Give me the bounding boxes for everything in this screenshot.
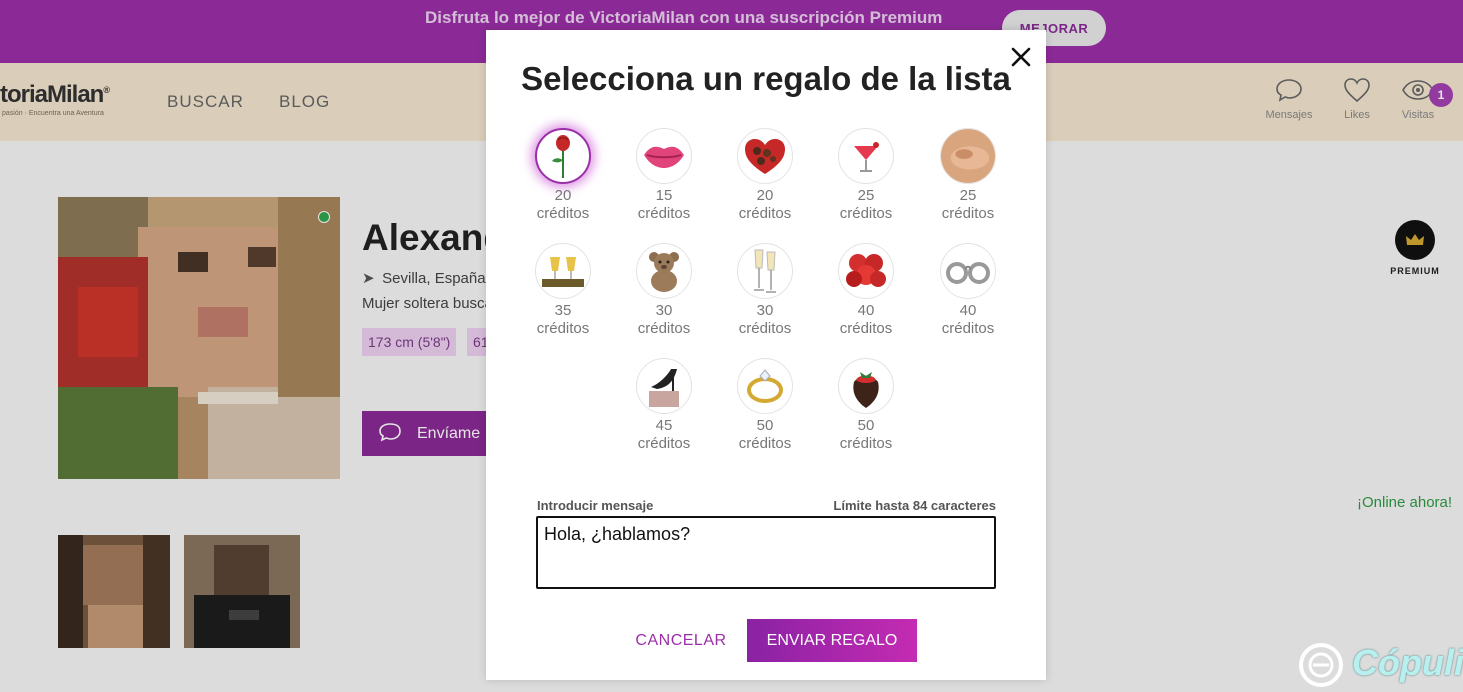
gift-roses-bouquet[interactable]: 40 créditos bbox=[821, 243, 911, 338]
watermark-logo-icon bbox=[1299, 643, 1343, 687]
watermark: Cópuli bbox=[1298, 640, 1463, 690]
gift-toast[interactable]: 30 créditos bbox=[720, 243, 810, 338]
gift-kiss[interactable]: 15 créditos bbox=[619, 128, 709, 223]
gift-cocktail[interactable]: 25 créditos bbox=[821, 128, 911, 223]
gift-price: 50 bbox=[857, 417, 875, 434]
gift-champagne-glasses[interactable]: 35 créditos bbox=[518, 243, 608, 338]
gift-price: 40 bbox=[857, 302, 875, 319]
cocktail-icon bbox=[854, 142, 879, 172]
gift-price: 45 bbox=[655, 417, 673, 434]
rose-icon bbox=[552, 135, 570, 178]
gift-price: 25 bbox=[959, 187, 977, 204]
kiss-icon bbox=[644, 146, 684, 168]
gift-unit: créditos bbox=[738, 320, 792, 337]
gift-price: 40 bbox=[959, 302, 977, 319]
high-heel-icon bbox=[649, 369, 679, 407]
gift-handcuffs[interactable]: 40 créditos bbox=[923, 243, 1013, 338]
teddy-bear-icon bbox=[649, 252, 679, 292]
gift-price: 30 bbox=[756, 302, 774, 319]
close-icon bbox=[1011, 47, 1031, 67]
gift-price: 15 bbox=[655, 187, 673, 204]
send-gift-button[interactable]: ENVIAR REGALO bbox=[747, 619, 917, 662]
gift-unit: créditos bbox=[536, 320, 590, 337]
roses-bouquet-icon bbox=[846, 254, 886, 287]
gift-chocolate-strawberry[interactable]: 50 créditos bbox=[821, 358, 911, 453]
close-button[interactable] bbox=[1008, 44, 1034, 70]
gift-unit: créditos bbox=[839, 205, 893, 222]
watermark-text: Cópuli bbox=[1352, 642, 1463, 683]
gift-unit: créditos bbox=[637, 435, 691, 452]
toast-glasses-icon bbox=[754, 249, 776, 293]
gift-ring[interactable]: 50 créditos bbox=[720, 358, 810, 453]
gift-unit: créditos bbox=[839, 435, 893, 452]
chocolate-box-icon bbox=[745, 139, 785, 174]
handcuffs-icon bbox=[946, 262, 990, 284]
gift-price: 30 bbox=[655, 302, 673, 319]
strawberry-icon bbox=[853, 372, 879, 408]
message-input[interactable] bbox=[536, 516, 996, 589]
gift-high-heel[interactable]: 45 créditos bbox=[619, 358, 709, 453]
gift-unit: créditos bbox=[536, 205, 590, 222]
gift-price: 20 bbox=[756, 187, 774, 204]
cancel-button[interactable]: CANCELAR bbox=[626, 620, 736, 662]
gift-unit: créditos bbox=[941, 205, 995, 222]
gift-price: 20 bbox=[554, 187, 572, 204]
gift-unit: créditos bbox=[941, 320, 995, 337]
gift-rose[interactable]: 20 créditos bbox=[518, 128, 608, 223]
gift-unit: créditos bbox=[839, 320, 893, 337]
gift-price: 35 bbox=[554, 302, 572, 319]
gift-unit: créditos bbox=[637, 205, 691, 222]
gift-teddy-bear[interactable]: 30 créditos bbox=[619, 243, 709, 338]
gift-price: 25 bbox=[857, 187, 875, 204]
gift-price: 50 bbox=[756, 417, 774, 434]
massage-icon bbox=[941, 129, 995, 183]
ring-icon bbox=[747, 369, 783, 403]
gift-unit: créditos bbox=[738, 205, 792, 222]
message-label: Introducir mensaje bbox=[537, 498, 654, 513]
gift-chocolates[interactable]: 20 créditos bbox=[720, 128, 810, 223]
gift-modal: Selecciona un regalo de la lista 20 créd… bbox=[486, 30, 1046, 680]
modal-title: Selecciona un regalo de la lista bbox=[521, 60, 1011, 97]
message-limit: Límite hasta 84 caracteres bbox=[833, 498, 996, 513]
gift-massage[interactable]: 25 créditos bbox=[923, 128, 1013, 223]
gift-unit: créditos bbox=[738, 435, 792, 452]
champagne-icon bbox=[542, 257, 584, 287]
gift-unit: créditos bbox=[637, 320, 691, 337]
